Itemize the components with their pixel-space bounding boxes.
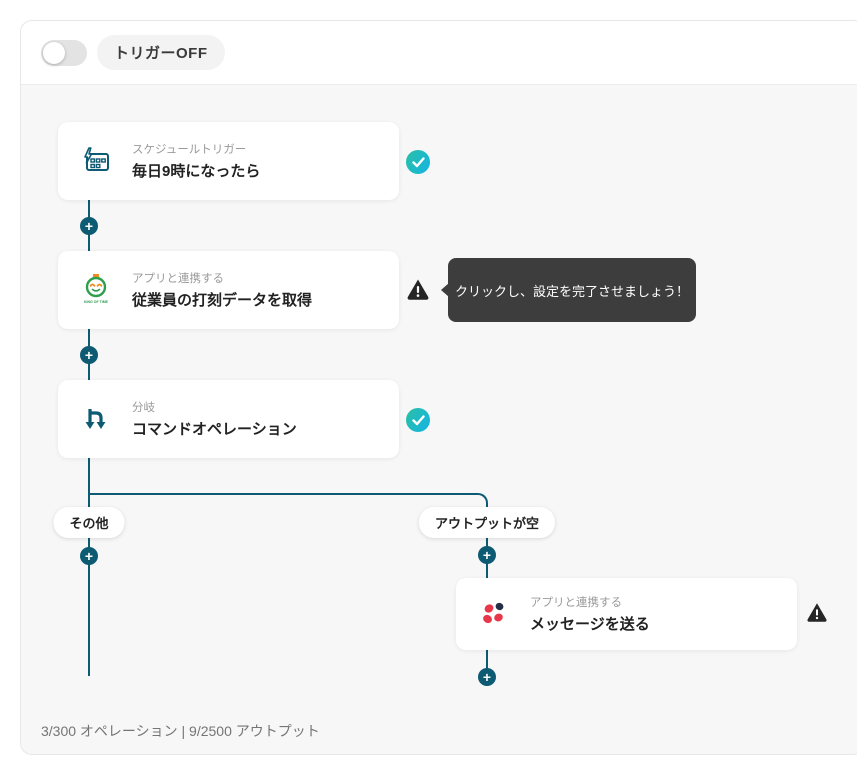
node-texts: アプリと連携する 従業員の打刻データを取得 — [132, 270, 312, 310]
node-texts: スケジュールトリガー 毎日9時になったら — [132, 141, 260, 181]
node-type-label: スケジュールトリガー — [132, 144, 247, 156]
usage-status-text: 3/300 オペレーション | 9/2500 アウトプット — [41, 723, 320, 739]
add-operation-button[interactable]: + — [478, 668, 496, 686]
warning-icon — [806, 601, 830, 625]
node-type-label: 分岐 — [132, 402, 155, 414]
node-schedule-trigger[interactable]: スケジュールトリガー 毎日9時になったら — [58, 122, 399, 200]
warning-icon — [406, 277, 430, 301]
kingoftime-app-icon: KING OF TIME — [78, 272, 114, 308]
trigger-toggle[interactable] — [41, 39, 87, 66]
branch-fork-icon — [78, 401, 114, 437]
node-send-message[interactable]: アプリと連携する メッセージを送る — [456, 578, 797, 650]
setup-tooltip: クリックし、設定を完了させましょう！ — [441, 258, 696, 322]
node-get-timeclock-data[interactable]: KING OF TIME アプリと連携する 従業員の打刻データを取得 — [58, 251, 399, 329]
add-operation-button[interactable]: + — [478, 546, 496, 564]
workflow-editor-card: トリガーOFF スケジュールトリガー 毎日9時になったら + KING OF T… — [20, 20, 857, 755]
node-branch-command[interactable]: 分岐 コマンドオペレーション — [58, 380, 399, 458]
node-title: 従業員の打刻データを取得 — [132, 292, 313, 309]
add-operation-button[interactable]: + — [80, 346, 98, 364]
node-title: 毎日9時になったら — [132, 163, 261, 180]
tooltip-text: クリックし、設定を完了させましょう！ — [454, 283, 689, 299]
node-texts: アプリと連携する メッセージを送る — [530, 594, 650, 634]
check-complete-icon — [406, 150, 430, 174]
svg-text:KING OF TIME: KING OF TIME — [84, 300, 109, 304]
check-complete-icon — [406, 408, 430, 432]
add-operation-button[interactable]: + — [80, 547, 98, 565]
trigger-status-badge: トリガーOFF — [97, 35, 225, 70]
node-type-label: アプリと連携する — [530, 597, 622, 609]
node-type-label: アプリと連携する — [132, 273, 224, 285]
node-title: メッセージを送る — [530, 616, 650, 633]
branch-label-output-empty[interactable]: アウトプットが空 — [418, 507, 556, 538]
node-title: コマンドオペレーション — [132, 421, 297, 438]
add-operation-button[interactable]: + — [80, 217, 98, 235]
trigger-topbar: トリガーOFF — [21, 21, 857, 85]
node-texts: 分岐 コマンドオペレーション — [132, 399, 297, 439]
toggle-knob-icon — [43, 41, 65, 64]
branch-label-others[interactable]: その他 — [53, 507, 125, 538]
message-app-icon — [476, 596, 512, 632]
calendar-lightning-icon — [78, 143, 114, 179]
workflow-canvas: スケジュールトリガー 毎日9時になったら + KING OF TIME アプリと… — [21, 85, 857, 754]
